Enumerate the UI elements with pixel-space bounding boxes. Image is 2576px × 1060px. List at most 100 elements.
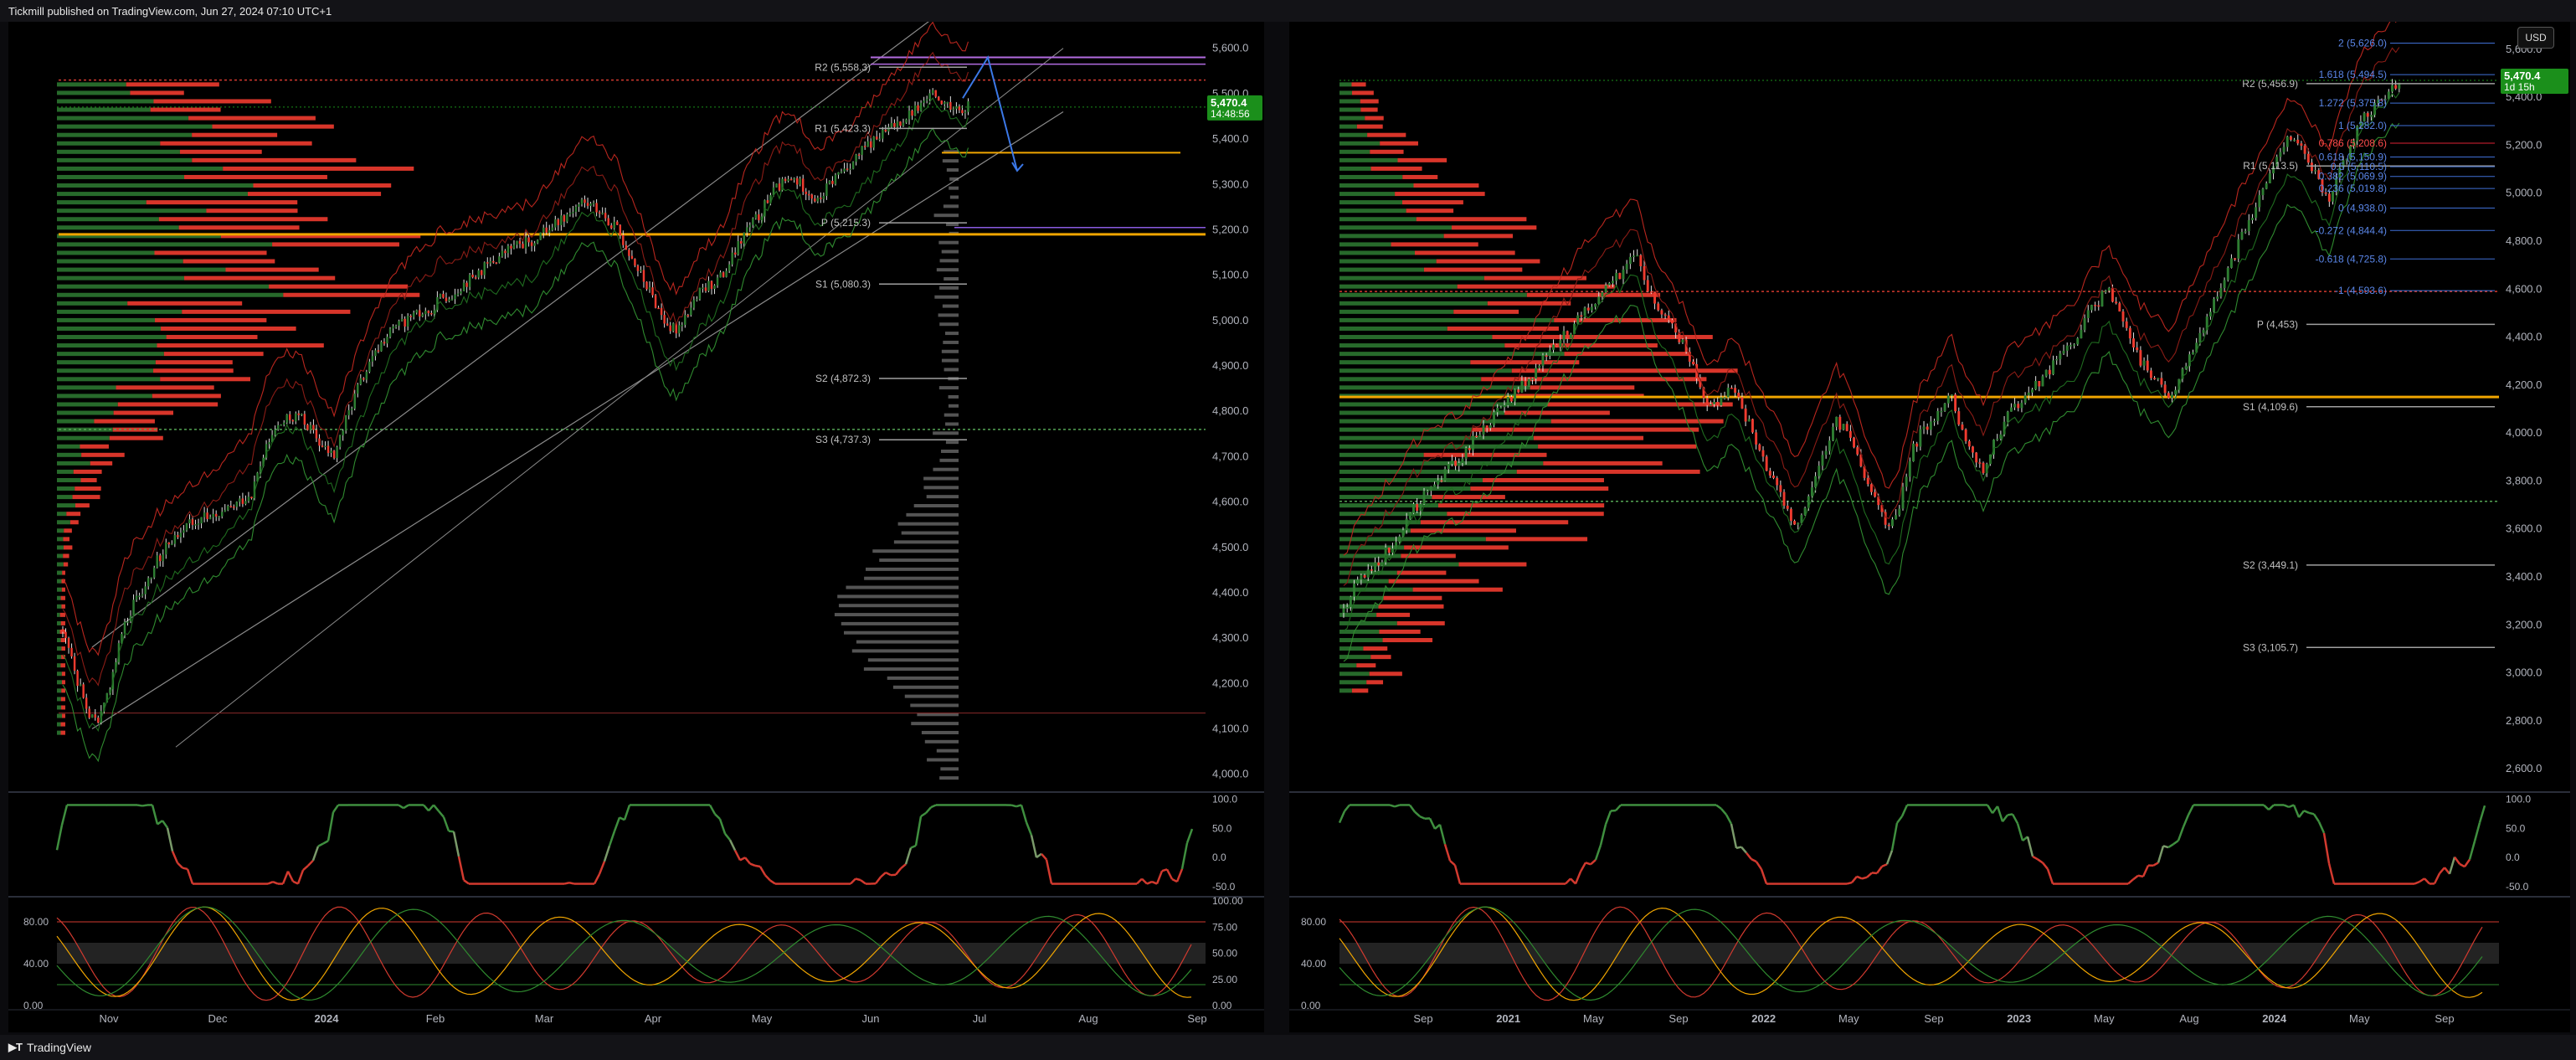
candle-body [801, 178, 805, 192]
candle-body [778, 183, 781, 191]
osc1-line-segment [1856, 875, 1863, 880]
candle-body [2303, 146, 2306, 154]
candle-body [2017, 404, 2020, 409]
candle-body [208, 517, 212, 519]
osc1-tick-label: 50.0 [1212, 822, 1232, 834]
tradingview-brand[interactable]: ▶T TradingView [8, 1041, 91, 1054]
volume-profile-bar [1452, 225, 1537, 230]
volume-profile-bar [1383, 595, 1442, 600]
grey-volume-bar [906, 512, 959, 517]
right-chart-svg[interactable]: 5,600.05,400.05,200.05,000.04,800.04,600… [1289, 16, 2570, 1032]
candle-body [1450, 461, 1453, 465]
candle-body [309, 425, 312, 430]
candle-body [1828, 440, 1831, 451]
candle-body [1612, 280, 1614, 284]
left-chart-svg[interactable]: 5,600.05,500.05,400.05,300.05,200.05,100… [8, 20, 1264, 1032]
volume-profile-bar [57, 99, 154, 104]
candle-body [2244, 231, 2247, 233]
volume-profile-bar [57, 157, 193, 162]
candle-body [203, 512, 206, 517]
volume-profile-bar [1339, 495, 1432, 500]
volume-profile-bar [1339, 385, 1530, 390]
candle-body [2132, 338, 2135, 347]
volume-profile-bar [57, 495, 73, 500]
osc1-line-segment [1725, 814, 1733, 825]
candle-body [1468, 448, 1471, 450]
pivot-label: S2 (4,872.3) [815, 373, 871, 384]
volume-profile-bar [75, 486, 101, 491]
grey-volume-bar [838, 604, 959, 608]
candle-body [280, 425, 282, 426]
chart-pane-left[interactable]: 5,600.0 5,500.0 5,400.0 5,300.0 5,200.0 5,100… [8, 20, 1264, 1032]
volume-profile-bar [158, 217, 328, 222]
candle-body [911, 111, 913, 116]
osc1-line-segment [2162, 845, 2169, 849]
candle-body [2128, 327, 2131, 339]
candle-body [536, 239, 539, 244]
volume-profile-bar [157, 343, 324, 348]
candle-body [1509, 397, 1513, 402]
chart-pane-right[interactable]: 5,600.0 5,400.0 5,200.0 5,000.0 4,800.0 4,600… [1289, 16, 2570, 1032]
candle-body [2258, 195, 2261, 208]
candle-body [748, 224, 752, 228]
osc1-line-segment [623, 805, 631, 821]
volume-profile-bar [1485, 537, 1588, 542]
osc1-line-segment [1866, 872, 1873, 878]
y-tick-label: 4,600.0 [2506, 282, 2542, 295]
candle-body [2216, 296, 2219, 299]
osc1-line-segment [307, 859, 314, 867]
volume-profile-bar [223, 166, 414, 171]
volume-profile-bar [57, 208, 207, 214]
osc1-line-segment [920, 811, 927, 818]
candle-body [2125, 321, 2128, 328]
candle-body [925, 99, 928, 101]
osc1-line-segment [438, 810, 445, 818]
candle-body [404, 318, 406, 327]
osc1-line-segment [1453, 864, 1462, 884]
volume-profile-bar [1543, 461, 1663, 466]
grey-volume-bar [934, 295, 959, 299]
currency-button[interactable]: USD [2517, 27, 2554, 49]
candle-body [1356, 579, 1360, 584]
candle-body [1552, 344, 1555, 350]
pivot-label: R2 (5,558.3) [815, 61, 871, 73]
candle-body [406, 316, 409, 327]
candle-body [1946, 395, 1950, 404]
osc1-line-segment [860, 879, 866, 885]
candle-body [229, 506, 233, 507]
osc1-line-segment [568, 882, 575, 885]
volume-profile-bar [1436, 259, 1540, 264]
osc1-line-segment [2167, 843, 2174, 849]
volume-profile-bar [117, 402, 219, 407]
volume-profile-bar [1339, 562, 1459, 567]
volume-profile-bar [1416, 217, 1527, 222]
volume-profile-bar [188, 116, 316, 121]
volume-profile-bar [1339, 688, 1352, 693]
osc2-tick-label: 75.00 [1212, 921, 1237, 933]
candle-body [150, 577, 152, 579]
candle-body [2111, 287, 2114, 302]
osc1-line-segment [900, 863, 907, 870]
candle-body [949, 101, 952, 110]
candle-body [698, 287, 702, 300]
candle-body [2163, 384, 2167, 394]
candle-body [2027, 392, 2030, 396]
candle-body [820, 198, 822, 199]
candle-body [2202, 330, 2205, 333]
x-tick-label: Dec [208, 1012, 228, 1025]
candle-body [321, 445, 324, 447]
volume-profile-bar [57, 503, 75, 508]
candle-body [636, 265, 640, 271]
candle-body [1744, 408, 1747, 422]
candle-body [2080, 330, 2083, 339]
candle-body [1999, 434, 2003, 439]
candle-body [1737, 393, 1740, 398]
volume-profile-bar [57, 217, 159, 222]
volume-profile-bar [73, 469, 102, 474]
candle-body [177, 535, 179, 538]
osc1-line-segment [1986, 804, 1994, 814]
volume-profile-bar [206, 208, 298, 214]
candle-body [147, 578, 150, 587]
candle-body [2065, 345, 2069, 351]
candle-body [1824, 450, 1828, 455]
